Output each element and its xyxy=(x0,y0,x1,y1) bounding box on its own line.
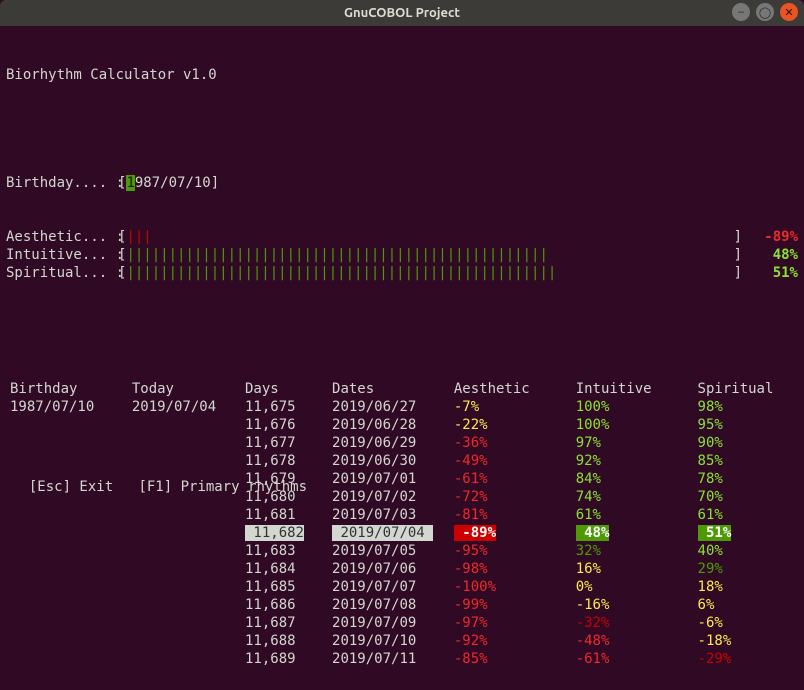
birthday-input[interactable]: 1987/07/10 xyxy=(126,174,210,192)
col-aesthetic: Aesthetic xyxy=(450,380,572,398)
bar-aesthetic: Aesthetic... : [|||]-89% xyxy=(6,228,798,246)
app-title: Biorhythm Calculator v1.0 xyxy=(6,66,798,84)
table-row: 1987/07/102019/07/0411,6752019/06/27-7%1… xyxy=(6,398,798,416)
table-row: 11,6892019/07/11-85%-61%-29% xyxy=(6,650,798,668)
table-row: 11,6872019/07/09-97%-32%-6% xyxy=(6,614,798,632)
col-spiritual: Spiritual xyxy=(694,380,798,398)
bar-intuitive: Intuitive... : [||||||||||||||||||||||||… xyxy=(6,246,798,264)
bar-label: Aesthetic... : xyxy=(6,228,118,246)
maximize-button[interactable]: ◯ xyxy=(756,3,774,21)
birthday-label: Birthday.... : xyxy=(6,174,118,192)
table-row: 11,6852019/07/07-100%0%18% xyxy=(6,578,798,596)
close-bracket: ] xyxy=(211,174,219,192)
bar-fill: ||||||||||||||||||||||||||||||||||||||||… xyxy=(126,246,733,264)
open-bracket: [ xyxy=(118,174,126,192)
bar-pct: -89% xyxy=(742,228,798,246)
footer: [Esc] Exit [F1] Primary rhythms xyxy=(6,456,313,500)
window-title: GnuCOBOL Project xyxy=(344,6,460,20)
table-row: 11,6842019/07/06-98%16%29% xyxy=(6,560,798,578)
col-dates: Dates xyxy=(328,380,450,398)
bar-label: Spiritual... : xyxy=(6,264,118,282)
terminal: Biorhythm Calculator v1.0 Birthday.... :… xyxy=(0,26,804,690)
minimize-button[interactable]: – xyxy=(732,3,750,21)
col-days: Days xyxy=(241,380,328,398)
table-row: 11,6862019/07/08-99%-16%6% xyxy=(6,596,798,614)
footer-esc: [Esc] Exit xyxy=(29,479,113,495)
footer-f1: [F1] Primary rhythms xyxy=(138,479,307,495)
bar-fill: ||||||||||||||||||||||||||||||||||||||||… xyxy=(126,264,733,282)
table-row: 11,6832019/07/05-95%32%40% xyxy=(6,542,798,560)
table-row: 11,6772019/06/29-36%97%90% xyxy=(6,434,798,452)
bar-spiritual: Spiritual... : [||||||||||||||||||||||||… xyxy=(6,264,798,282)
col-today: Today xyxy=(128,380,241,398)
close-button[interactable]: ✕ xyxy=(780,3,798,21)
bar-pct: 51% xyxy=(742,264,798,282)
table-row: 11,6882019/07/10-92%-48%-18% xyxy=(6,632,798,650)
table-header-row: BirthdayTodayDaysDatesAestheticIntuitive… xyxy=(6,380,798,398)
table-body: 1987/07/102019/07/0411,6752019/06/27-7%1… xyxy=(6,398,798,668)
col-intuitive: Intuitive xyxy=(572,380,694,398)
bar-pct: 48% xyxy=(742,246,798,264)
table-row: 11,682 2019/07/04 -89% 48% 51% xyxy=(6,524,798,542)
rhythm-bars: Aesthetic... : [|||]-89%Intuitive... : [… xyxy=(6,228,798,282)
birthday-row: Birthday.... : [1987/07/10] xyxy=(6,174,798,192)
bar-label: Intuitive... : xyxy=(6,246,118,264)
col-birthday: Birthday xyxy=(6,380,128,398)
data-table: BirthdayTodayDaysDatesAestheticIntuitive… xyxy=(6,380,798,668)
table-row: 11,6812019/07/03-81%61%61% xyxy=(6,506,798,524)
table-row: 11,6762019/06/28-22%100%95% xyxy=(6,416,798,434)
bar-fill: ||| xyxy=(126,228,733,246)
titlebar: GnuCOBOL Project – ◯ ✕ xyxy=(0,0,804,26)
window-buttons: – ◯ ✕ xyxy=(732,3,798,21)
